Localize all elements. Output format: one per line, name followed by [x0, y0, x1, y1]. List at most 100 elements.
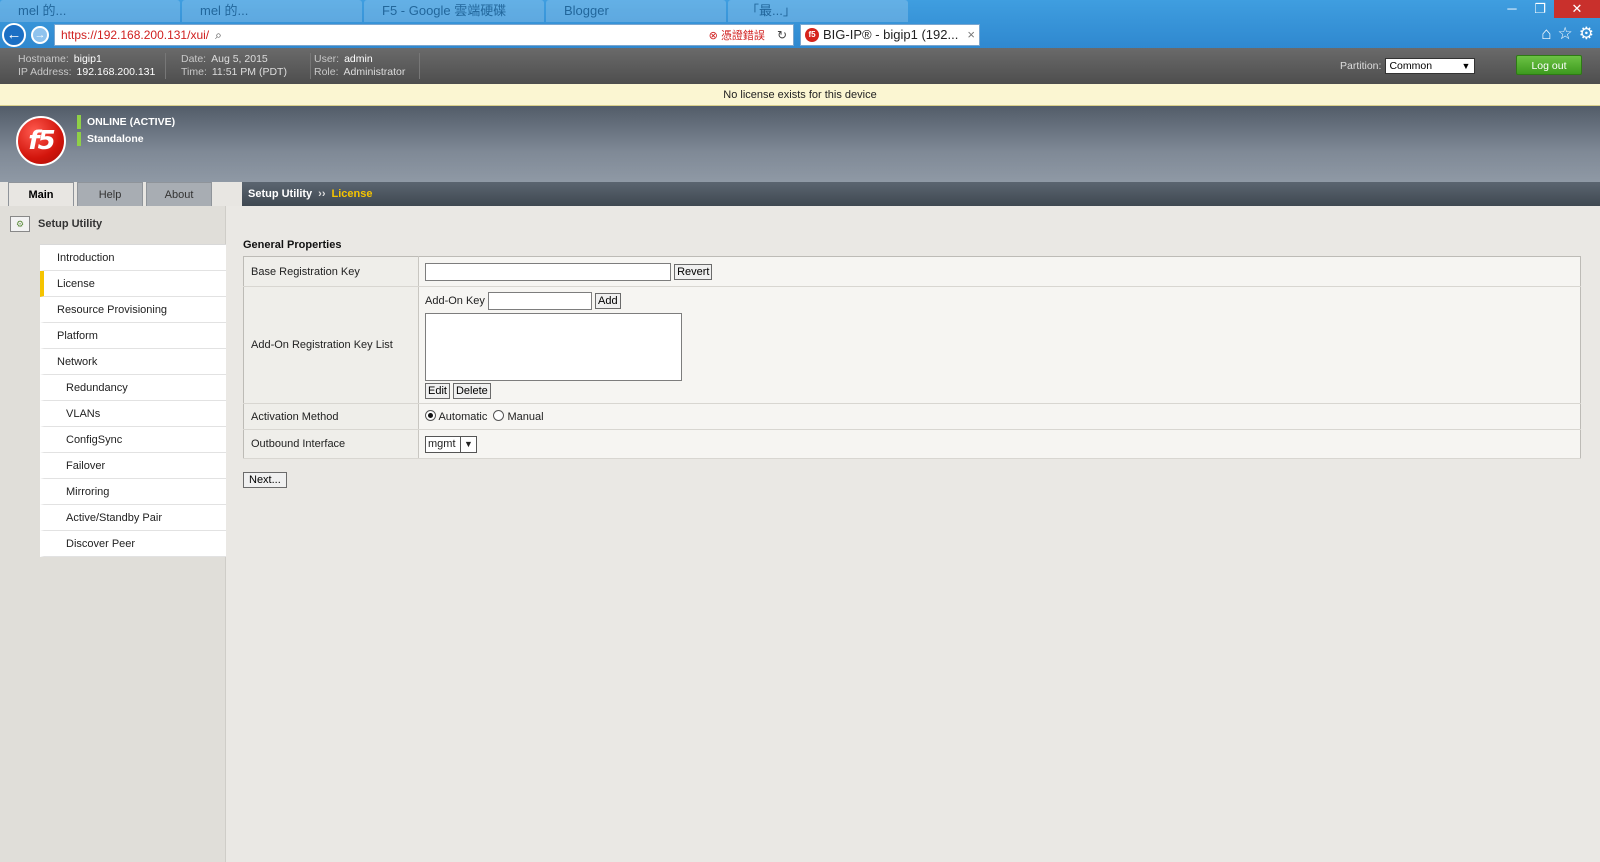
system-info-bar: Hostname: bigip1 IP Address: 192.168.200.1… — [0, 48, 1600, 84]
license-notice: No license exists for this device — [0, 84, 1600, 106]
breadcrumb-separator: ›› — [318, 188, 326, 200]
base-key-input[interactable] — [425, 262, 671, 281]
addon-key-input[interactable] — [487, 292, 592, 310]
date-value: Aug 5, 2015 — [211, 53, 268, 65]
manual-radio[interactable] — [493, 410, 505, 421]
sidebar: ⚙ Setup Utility Introduction License Res… — [0, 206, 226, 862]
sidebar-section-title: Setup Utility — [38, 218, 103, 230]
date-info: Date: Aug 5, 2015 Time: 11:51 PM (PDT) — [181, 53, 311, 79]
base-key-row: Base Registration Key Revert — [243, 256, 1581, 287]
role-label: Role: — [314, 66, 339, 78]
browser-tab[interactable]: mel 的... — [182, 0, 362, 22]
revert-button[interactable]: Revert — [674, 263, 713, 280]
sidebar-item-configsync[interactable]: ConfigSync — [40, 427, 226, 453]
time-value: 11:51 PM (PDT) — [211, 66, 287, 78]
refresh-icon[interactable]: ↻ — [777, 28, 787, 42]
f5-logo: f5 — [16, 116, 66, 166]
user-label: User: — [314, 53, 340, 65]
addon-list-label: Add-On Registration Key List — [243, 286, 419, 404]
ip-label: IP Address: — [18, 66, 72, 78]
setup-utility-icon: ⚙ — [10, 216, 30, 232]
settings-gear-icon[interactable]: ⚙ — [1579, 24, 1594, 44]
minimize-icon[interactable]: ─ — [1498, 0, 1526, 18]
partition-label: Partition: — [1340, 60, 1382, 72]
breadcrumb-current: License — [331, 188, 373, 200]
tab-help[interactable]: Help — [77, 182, 143, 206]
outbound-label: Outbound Interface — [243, 429, 419, 459]
favorites-star-icon[interactable]: ☆ — [1558, 24, 1573, 44]
browser-tab[interactable]: 「最...」 — [728, 0, 908, 22]
background-tabs: mel 的... mel 的... F5 - Google 雲端硬碟 Blogg… — [0, 0, 940, 22]
back-arrow-icon[interactable]: ← — [2, 23, 26, 47]
restore-icon[interactable]: ❐ — [1526, 0, 1554, 18]
sidebar-item-introduction[interactable]: Introduction — [40, 245, 226, 271]
automatic-label: Automatic — [438, 411, 488, 423]
forward-arrow-icon[interactable]: → — [31, 26, 49, 44]
add-button[interactable]: Add — [595, 293, 621, 309]
browser-tab[interactable]: F5 - Google 雲端硬碟 — [364, 0, 544, 22]
addon-key-row: Add-On Registration Key List Add-On Key … — [243, 286, 1581, 404]
edit-button[interactable]: Edit — [425, 383, 450, 399]
date-label: Date: — [181, 53, 207, 65]
tab-main[interactable]: Main — [8, 182, 74, 206]
device-mode: Standalone — [77, 132, 144, 146]
partition-control: Partition: Common ▼ — [1340, 58, 1476, 74]
addon-key-list[interactable] — [425, 313, 682, 381]
activation-row: Activation Method Automatic Manual — [243, 403, 1581, 430]
certificate-error[interactable]: ⊗ 憑證錯誤 — [709, 27, 765, 43]
outbound-interface-select[interactable]: mgmt ▼ — [425, 435, 477, 453]
ip-value: 192.168.200.131 — [76, 66, 156, 78]
time-label: Time: — [181, 66, 207, 78]
device-status: ONLINE (ACTIVE) — [77, 115, 175, 129]
tab-about[interactable]: About — [146, 182, 212, 206]
user-value: admin — [344, 53, 373, 65]
chevron-down-icon: ▼ — [460, 436, 476, 452]
activation-label: Activation Method — [243, 403, 419, 430]
status-banner: f5 ONLINE (ACTIVE) Standalone — [0, 106, 1600, 182]
outbound-interface-value: mgmt — [428, 437, 456, 450]
sidebar-item-platform[interactable]: Platform — [40, 323, 226, 349]
partition-select[interactable]: Common ▼ — [1385, 58, 1476, 74]
sidebar-item-active-standby-pair[interactable]: Active/Standby Pair — [40, 505, 226, 531]
manual-label: Manual — [507, 411, 544, 423]
hostname-value: bigip1 — [73, 53, 102, 65]
close-icon[interactable]: ✕ — [1554, 0, 1600, 18]
base-key-label: Base Registration Key — [243, 256, 419, 287]
search-icon[interactable]: ⌕ — [215, 28, 222, 43]
automatic-radio[interactable] — [425, 410, 436, 421]
sidebar-item-network[interactable]: Network — [40, 349, 226, 375]
browser-tab[interactable]: Blogger — [546, 0, 726, 22]
sidebar-item-vlans[interactable]: VLANs — [40, 401, 226, 427]
sidebar-item-discover-peer[interactable]: Discover Peer — [40, 531, 226, 557]
breadcrumb: Setup Utility ›› License — [242, 182, 1600, 206]
delete-button[interactable]: Delete — [452, 383, 491, 399]
active-browser-tab[interactable]: f5 BIG-IP® - bigip1 (192... × — [800, 24, 980, 46]
sidebar-item-redundancy[interactable]: Redundancy — [40, 375, 226, 401]
general-properties-table: Base Registration Key Revert Add-On Regi… — [243, 256, 1581, 459]
sidebar-item-resource-provisioning[interactable]: Resource Provisioning — [40, 297, 226, 323]
sidebar-item-failover[interactable]: Failover — [40, 453, 226, 479]
cert-error-text: 憑證錯誤 — [720, 30, 765, 42]
f5-favicon-icon: f5 — [805, 28, 819, 42]
browser-tab[interactable]: mel 的... — [0, 0, 180, 22]
sidebar-menu: Introduction License Resource Provisioni… — [40, 244, 226, 557]
url-text: https://192.168.200.131/xui/ — [61, 28, 210, 42]
address-bar[interactable]: https://192.168.200.131/xui/ ⌕ ⊗ 憑證錯誤 ↻ — [54, 24, 794, 46]
breadcrumb-parent[interactable]: Setup Utility — [248, 188, 312, 200]
browser-toolbar-icons: ⌂ ☆ ⚙ — [1541, 24, 1594, 44]
chevron-down-icon: ▼ — [1461, 61, 1471, 71]
sidebar-section-header[interactable]: ⚙ Setup Utility — [10, 216, 102, 232]
user-info: User: admin Role: Administrator — [314, 53, 420, 79]
sidebar-item-mirroring[interactable]: Mirroring — [40, 479, 226, 505]
logout-button[interactable]: Log out — [1516, 55, 1582, 75]
nav-tabs: Main Help About — [8, 182, 215, 206]
home-icon[interactable]: ⌂ — [1541, 24, 1551, 44]
next-button[interactable]: Next... — [243, 472, 287, 488]
role-value: Administrator — [343, 66, 406, 78]
hostname-label: Hostname: — [18, 53, 69, 65]
sidebar-item-license[interactable]: License — [40, 271, 226, 297]
partition-value: Common — [1389, 60, 1433, 72]
tab-close-icon[interactable]: × — [967, 25, 975, 45]
main-content: General Properties Base Registration Key… — [226, 206, 1600, 862]
browser-chrome: mel 的... mel 的... F5 - Google 雲端硬碟 Blogg… — [0, 0, 1600, 48]
